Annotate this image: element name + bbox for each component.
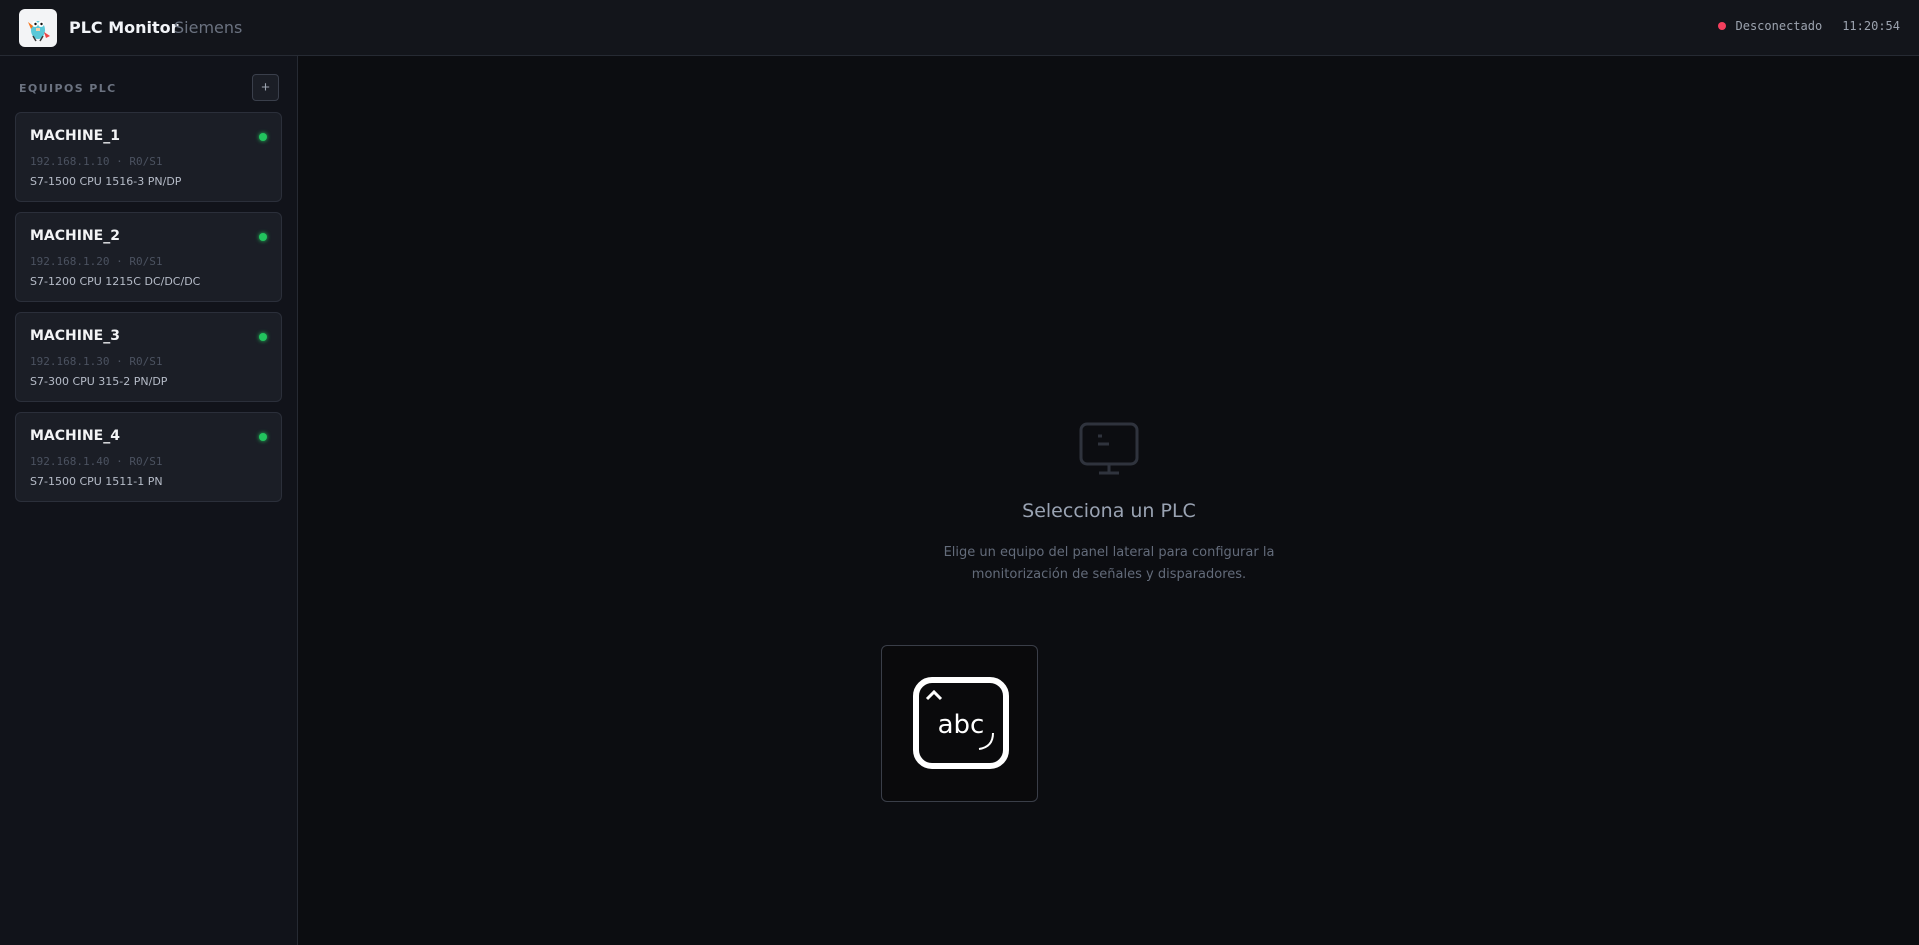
plc-address: 192.168.1.40 · R0/S1: [30, 455, 163, 468]
keyboard-ime-icon: abc: [913, 677, 1009, 773]
plc-name: MACHINE_4: [30, 428, 120, 444]
plc-address: 192.168.1.10 · R0/S1: [30, 155, 163, 168]
plc-card-machine-3[interactable]: MACHINE_3 192.168.1.30 · R0/S1 S7-300 CP…: [15, 312, 282, 402]
app-subtitle: Siemens: [174, 18, 243, 37]
plc-model: S7-300 CPU 315-2 PN/DP: [30, 375, 168, 388]
plc-model: S7-1200 CPU 1215C DC/DC/DC: [30, 275, 201, 288]
ime-label: abc: [938, 710, 985, 740]
plc-name: MACHINE_2: [30, 228, 120, 244]
empty-state-title: Selecciona un PLC: [1022, 500, 1196, 522]
online-status-icon: [259, 233, 267, 241]
plc-name: MACHINE_1: [30, 128, 120, 144]
add-plc-button[interactable]: +: [252, 74, 279, 101]
plc-address: 192.168.1.30 · R0/S1: [30, 355, 163, 368]
app-title: PLC Monitor: [69, 18, 179, 37]
empty-state-description: Elige un equipo del panel lateral para c…: [943, 545, 1275, 582]
plc-card-machine-1[interactable]: MACHINE_1 192.168.1.10 · R0/S1 S7-1500 C…: [15, 112, 282, 202]
plc-name: MACHINE_3: [30, 328, 120, 344]
online-status-icon: [259, 333, 267, 341]
online-status-icon: [259, 133, 267, 141]
main-content: Selecciona un PLC Elige un equipo del pa…: [299, 56, 1919, 945]
online-status-icon: [259, 433, 267, 441]
plc-card-machine-2[interactable]: MACHINE_2 192.168.1.20 · R0/S1 S7-1200 C…: [15, 212, 282, 302]
gopher-mascot-icon: [28, 21, 50, 42]
sidebar-title: EQUIPOS PLC: [19, 82, 117, 95]
plc-model: S7-1500 CPU 1516-3 PN/DP: [30, 175, 182, 188]
app-logo-icon: [19, 9, 57, 47]
connection-status: Desconectado 11:20:54: [1717, 19, 1900, 33]
plc-address: 192.168.1.20 · R0/S1: [30, 255, 163, 268]
status-text: Desconectado: [1735, 19, 1823, 33]
clock: 11:20:54: [1842, 19, 1900, 33]
monitor-icon: [1079, 422, 1139, 480]
sidebar-header: EQUIPOS PLC +: [19, 74, 279, 102]
plc-card-machine-4[interactable]: MACHINE_4 192.168.1.40 · R0/S1 S7-1500 C…: [15, 412, 282, 502]
sidebar: EQUIPOS PLC + MACHINE_1 192.168.1.10 · R…: [0, 56, 298, 945]
ime-indicator[interactable]: abc: [881, 645, 1038, 802]
plc-model: S7-1500 CPU 1511-1 PN: [30, 475, 163, 488]
app-root: PLC Monitor Siemens Desconectado 11:20:5…: [0, 0, 1919, 945]
status-dot-icon: [1717, 22, 1726, 30]
top-bar: PLC Monitor Siemens Desconectado 11:20:5…: [0, 0, 1919, 56]
